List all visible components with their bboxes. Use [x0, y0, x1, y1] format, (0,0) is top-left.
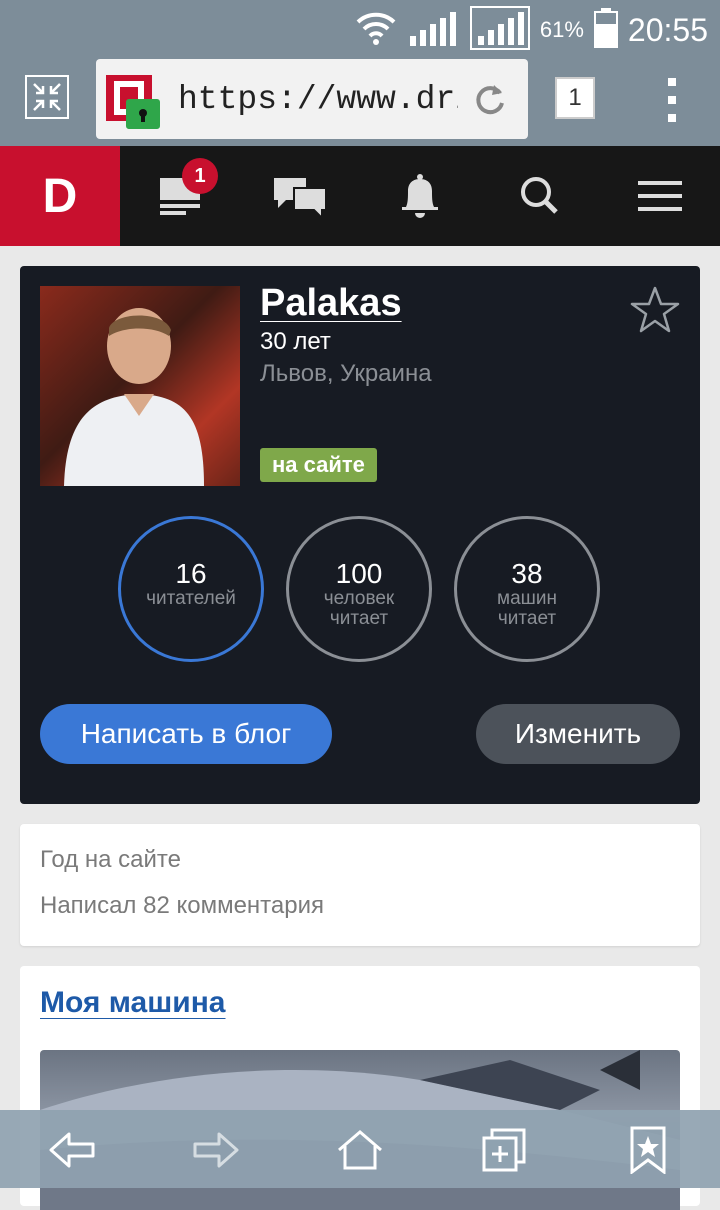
new-tab-icon[interactable]	[474, 1120, 534, 1180]
stat-label: машин	[497, 588, 557, 609]
feed-badge: 1	[182, 158, 218, 194]
battery-icon	[593, 8, 618, 52]
browser-bottom-bar	[0, 1110, 720, 1188]
menu-icon[interactable]	[620, 146, 700, 246]
browser-toolbar: https://www.drive2 1	[0, 56, 720, 146]
stat-label-2: читает	[329, 608, 389, 629]
stat-readers[interactable]: 16 читателей	[118, 516, 264, 662]
wifi-icon	[354, 10, 398, 50]
profile-location: Львов, Украина	[260, 360, 432, 387]
edit-profile-button[interactable]: Изменить	[476, 704, 680, 764]
back-icon[interactable]	[42, 1120, 102, 1180]
url-field[interactable]: https://www.drive2	[96, 59, 528, 139]
messages-icon[interactable]	[260, 146, 340, 246]
forward-icon[interactable]	[186, 1120, 246, 1180]
status-bar: 61% 20:55	[0, 0, 720, 56]
favorite-star-icon[interactable]	[630, 286, 680, 338]
info-comments-count: Написал 82 комментария	[40, 892, 325, 919]
profile-age: 30 лет	[260, 328, 331, 355]
bookmark-icon[interactable]	[618, 1120, 678, 1180]
lock-icon	[126, 99, 160, 129]
avatar[interactable]	[40, 286, 240, 486]
feed-icon[interactable]: 1	[140, 146, 220, 246]
profile-name[interactable]: Palakas	[260, 282, 402, 325]
tabs-icon[interactable]: 1	[552, 76, 598, 122]
reload-icon[interactable]	[472, 81, 508, 121]
home-icon[interactable]	[330, 1120, 390, 1180]
battery-percent: 61%	[539, 17, 584, 42]
tab-count: 1	[568, 84, 582, 111]
exit-fullscreen-icon[interactable]	[24, 74, 72, 122]
site-logo[interactable]: D	[0, 146, 120, 246]
stat-label: читателей	[146, 588, 236, 609]
my-car-title[interactable]: Моя машина	[40, 986, 226, 1020]
profile-card: Palakas 30 лет Львов, Украина на сайте 1…	[20, 266, 700, 804]
write-blog-button[interactable]: Написать в блог	[40, 704, 332, 764]
stat-label: человек	[323, 588, 395, 609]
online-status-badge: на сайте	[260, 448, 377, 482]
notifications-icon[interactable]	[380, 146, 460, 246]
signal-sim2-icon	[469, 6, 530, 54]
stat-label-2: читает	[497, 608, 557, 629]
stat-value: 38	[511, 558, 543, 589]
clock: 20:55	[627, 11, 708, 48]
search-icon[interactable]	[500, 146, 580, 246]
stat-value: 16	[175, 558, 207, 589]
stat-following-people[interactable]: 100 человек читает	[286, 516, 432, 662]
info-years-on-site: Год на сайте	[40, 846, 181, 873]
info-card: Год на сайте Написал 82 комментария	[20, 824, 700, 946]
stat-following-cars[interactable]: 38 машин читает	[454, 516, 600, 662]
signal-icon	[408, 8, 460, 52]
overflow-menu-icon[interactable]	[660, 76, 684, 124]
url-text: https://www.drive2	[178, 80, 458, 118]
stat-value: 100	[335, 558, 383, 589]
site-nav: D 1	[0, 146, 720, 246]
